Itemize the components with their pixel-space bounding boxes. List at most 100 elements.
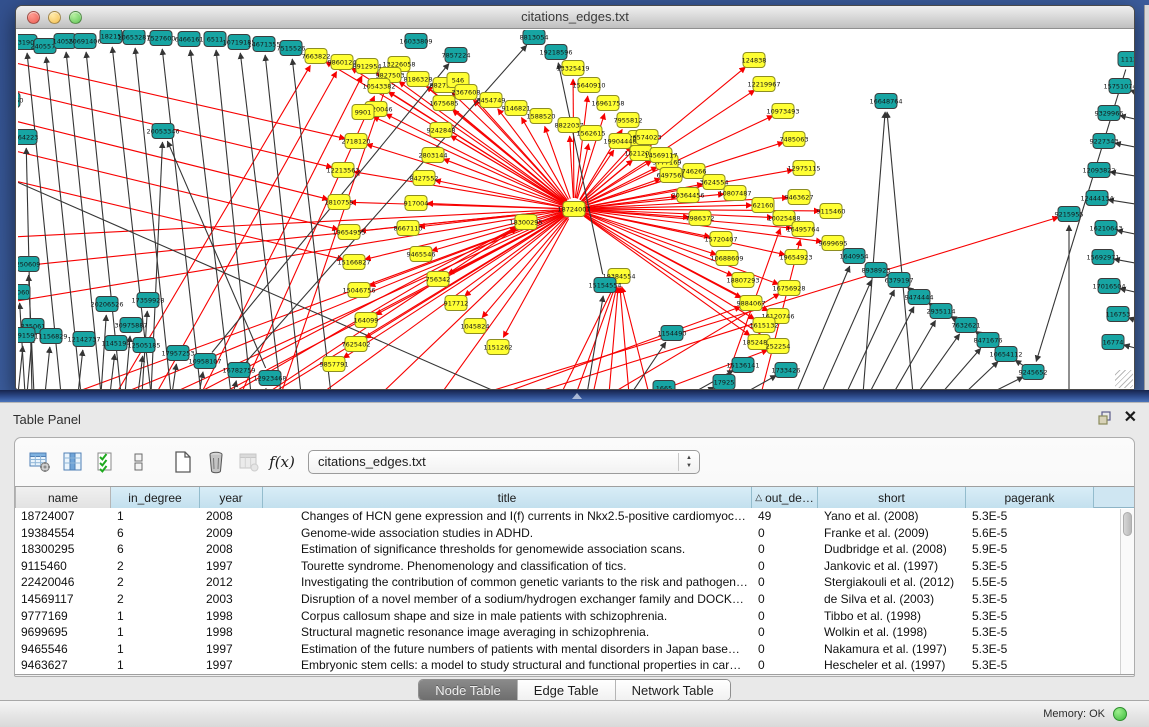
table-row[interactable]: 946362711997Embryonic stem cells: a mode… [15,657,1134,674]
graph-node-t[interactable]: 12444134 [1080,191,1113,206]
cell-year[interactable]: 1997 [200,657,263,674]
graph-node-t[interactable]: 9245652 [1019,365,1048,380]
graph-node-t[interactable]: 2306050 [18,93,23,108]
column-header-outde[interactable]: △out_de… [752,487,818,508]
cell-outde[interactable]: 0 [752,641,818,658]
graph-node-y[interactable]: 8186328 [404,72,433,87]
cell-name[interactable]: 9115460 [15,558,111,575]
cell-indegree[interactable]: 2 [111,574,200,591]
cell-short[interactable]: Tibbo et al. (1998) [818,608,966,625]
cell-outde[interactable]: 0 [752,608,818,625]
cell-year[interactable]: 1998 [200,608,263,625]
table-row[interactable]: 2242004622012Investigating the contribut… [15,574,1134,591]
column-header-pagerank[interactable]: pagerank [966,487,1094,508]
cell-short[interactable]: Jankovic et al. (1997) [818,558,966,575]
cell-outde[interactable]: 0 [752,558,818,575]
graph-node-t[interactable]: 15751074 [1103,79,1134,94]
cell-name[interactable]: 19384554 [15,525,111,542]
graph-node-t[interactable]: 19218596 [539,45,572,60]
cell-pagerank[interactable]: 5.3E-5 [966,641,1094,658]
graph-node-y[interactable]: 16756928 [772,281,805,296]
graph-node-t[interactable]: 6379197 [885,273,914,288]
cell-short[interactable]: Yano et al. (2008) [818,508,966,525]
cell-name[interactable]: 9463627 [15,657,111,674]
cell-name[interactable]: 9777169 [15,608,111,625]
table-row[interactable]: 1456911722003Disruption of a novel membe… [15,591,1134,608]
graph-node-y[interactable]: 9901 [352,105,374,120]
cell-outde[interactable]: 0 [752,591,818,608]
cell-year[interactable]: 2008 [200,541,263,558]
table-selector-dropdown[interactable]: citations_edges.txt ▲▼ [308,450,700,474]
graph-node-t[interactable]: 1733426 [772,363,801,378]
graph-node-y[interactable]: 15720407 [704,232,737,247]
table-row[interactable]: 977716911998Corpus callosum shape and si… [15,608,1134,625]
cell-title[interactable]: Disruption of a novel member of a sodium… [263,591,752,608]
graph-node-y[interactable]: 15640910 [572,78,605,93]
graph-node-t[interactable]: 8471676 [974,333,1003,348]
tab-node-table[interactable]: Node Table [419,680,518,700]
cell-short[interactable]: Hescheler et al. (1997) [818,657,966,674]
graph-node-t[interactable]: 164223 [18,130,38,145]
table-row[interactable]: 946554611997Estimation of the future num… [15,641,1134,658]
graph-node-t[interactable]: 16210643 [1089,221,1122,236]
cell-short[interactable]: Dudbridge et al. (2008) [818,541,966,558]
cell-title[interactable]: Estimation of significance thresholds fo… [263,541,752,558]
function-builder-icon[interactable]: f(x) [267,447,297,477]
graph-node-y[interactable]: 7663822 [302,49,331,64]
table-row[interactable]: 911546021997Tourette syndrome. Phenomeno… [15,558,1134,575]
graph-node-t[interactable]: 9329966 [1095,106,1124,121]
graph-node-y[interactable]: 6574023 [633,130,662,145]
graph-node-y[interactable]: 1588520 [527,109,556,124]
graph-node-t[interactable]: 1154490 [658,326,687,341]
graph-node-y[interactable]: 9465546 [407,247,436,262]
table-row[interactable]: 1830029562008Estimation of significance … [15,541,1134,558]
cell-short[interactable]: Franke et al. (2009) [818,525,966,542]
column-header-indegree[interactable]: in_degree [111,487,200,508]
graph-node-y[interactable]: 1675685 [430,96,459,111]
graph-node-y[interactable]: 8667110 [394,221,423,236]
cell-short[interactable]: Wolkin et al. (1998) [818,624,966,641]
cell-short[interactable]: de Silva et al. (2003) [818,591,966,608]
cell-pagerank[interactable]: 5.9E-5 [966,541,1094,558]
cell-year[interactable]: 2003 [200,591,263,608]
graph-node-t[interactable]: 17359928 [131,293,164,308]
table-row[interactable]: 1938455462009Genome-wide association stu… [15,525,1134,542]
graph-node-y[interactable]: 9115460 [817,204,846,219]
scrollbar-thumb[interactable] [1123,512,1132,536]
cell-outde[interactable]: 0 [752,574,818,591]
cell-short[interactable]: Nakamura et al. (1997) [818,641,966,658]
table-row[interactable]: 1872400712008Changes of HCN gene express… [15,508,1134,525]
graph-node-y[interactable]: 1562615 [577,126,606,141]
cell-indegree[interactable]: 6 [111,525,200,542]
cell-short[interactable]: Stergiakouli et al. (2012) [818,574,966,591]
float-panel-icon[interactable] [1098,411,1112,425]
cell-name[interactable]: 18300295 [15,541,111,558]
cell-title[interactable]: Corpus callosum shape and size in male p… [263,608,752,625]
cell-title[interactable]: Investigating the contribution of common… [263,574,752,591]
column-visibility-icon[interactable] [58,447,88,477]
cell-indegree[interactable]: 1 [111,508,200,525]
graph-node-y[interactable]: 12213563 [326,163,359,178]
graph-node-y[interactable]: 917004 [404,196,429,211]
cell-indegree[interactable]: 2 [111,558,200,575]
graph-node-y[interactable]: 15166827 [337,255,370,270]
graph-node-y[interactable]: 12219967 [747,77,780,92]
graph-node-t[interactable]: 1145194 [102,336,131,351]
window-titlebar[interactable]: citations_edges.txt [16,6,1134,29]
cell-outde[interactable]: 49 [752,508,818,525]
graph-node-t[interactable]: 1665 [653,381,675,390]
graph-node-y[interactable]: 15046756 [342,283,375,298]
graph-node-t[interactable]: 16033809 [399,34,432,49]
graph-node-y[interactable]: 2803144 [419,148,448,163]
graph-node-y[interactable]: 1045824 [461,319,490,334]
graph-node-y[interactable]: 9857791 [320,357,349,372]
graph-node-t[interactable]: 9227343 [1090,134,1119,149]
cell-pagerank[interactable]: 5.3E-5 [966,591,1094,608]
graph-node-y[interactable]: 19654923 [779,250,812,265]
graph-node-y[interactable]: 7955812 [614,113,643,128]
splitter-handle-icon[interactable] [572,393,582,399]
graph-node-y[interactable]: 7485063 [780,132,809,147]
cell-title[interactable]: Embryonic stem cells: a model to study s… [263,657,752,674]
graph-node-y[interactable]: 2718120 [342,134,371,149]
graph-node-y[interactable]: 9463627 [785,190,814,205]
